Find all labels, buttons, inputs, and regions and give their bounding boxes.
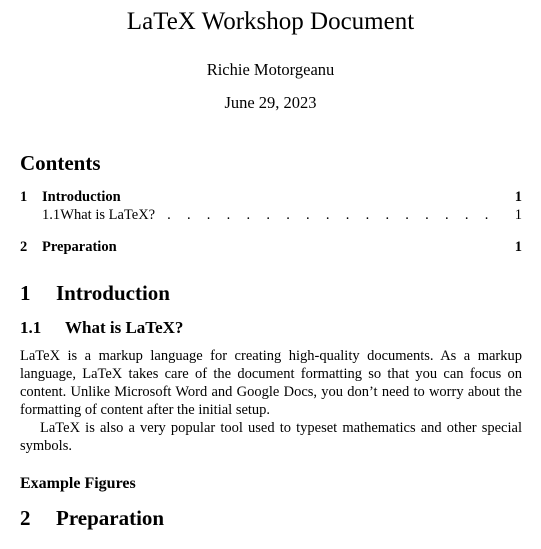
toc-entry-label: Preparation (42, 239, 117, 255)
toc-entry-number: 2 (20, 239, 28, 255)
section-title: Preparation (56, 506, 165, 530)
toc-heading: Contents (20, 151, 101, 175)
paragraph-heading-example-figures: Example Figures (20, 475, 136, 492)
section-heading-preparation: 2 Preparation (20, 506, 164, 531)
section-number: 2 (20, 506, 31, 530)
subsection-heading-what-is-latex: 1.1 What is LaTeX? (20, 318, 183, 338)
document-author: Richie Motorgeanu (206, 60, 335, 79)
toc-entry-number: 1 (20, 189, 28, 205)
body-paragraph: LaTeX is also a very popular tool used t… (20, 420, 522, 454)
toc-entry-page: 1 (514, 207, 522, 223)
document-title: LaTeX Workshop Document (126, 8, 415, 35)
toc-entry-number: 1.1 (42, 207, 61, 223)
toc-entry-preparation[interactable]: 2 Preparation 1 (20, 239, 522, 256)
toc-entry-label: Introduction (42, 189, 121, 205)
toc-entry-label: What is LaTeX? (60, 207, 156, 223)
document-date: June 29, 2023 (224, 93, 317, 112)
toc-dot-leader: . . . . . . . . . . . . . . . . . . . . … (167, 207, 502, 223)
subsection-number: 1.1 (20, 318, 42, 337)
toc-entry-what-is-latex[interactable]: 1.1 What is LaTeX? . . . . . . . . . . .… (42, 207, 522, 224)
toc-entry-page: 1 (514, 189, 522, 205)
toc-entry-page: 1 (514, 239, 522, 255)
subsection-title: What is LaTeX? (65, 318, 184, 337)
section-heading-introduction: 1 Introduction (20, 281, 170, 306)
section-title: Introduction (56, 281, 170, 305)
toc-entry-introduction[interactable]: 1 Introduction 1 (20, 189, 522, 206)
section-number: 1 (20, 281, 31, 305)
body-paragraph: LaTeX is a markup language for creating … (20, 348, 522, 418)
